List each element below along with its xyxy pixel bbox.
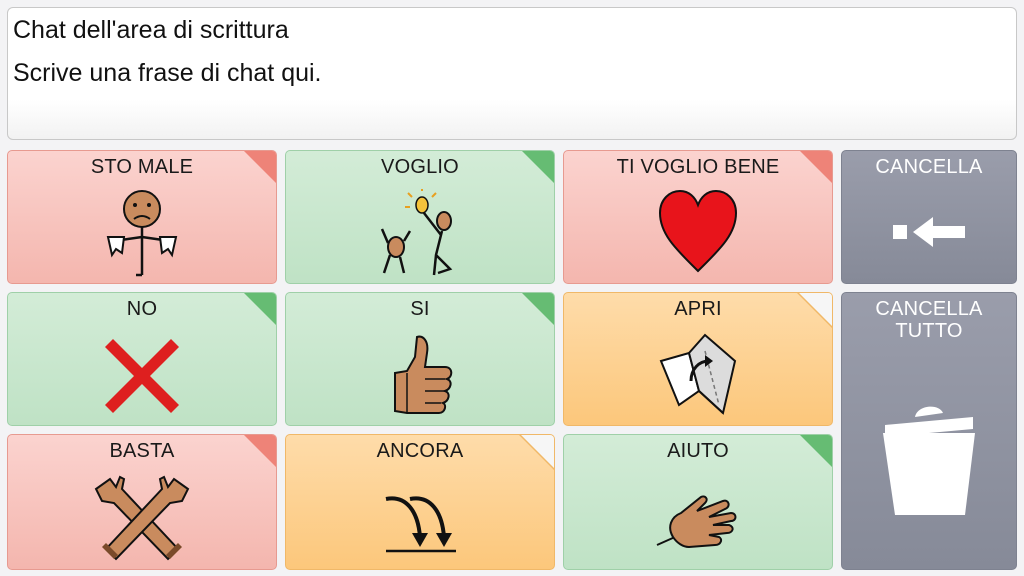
tile-voglio[interactable]: VOGLIO [285,150,555,284]
repeat-arrows-icon [286,491,554,555]
crossed-arms-icon [8,475,276,561]
sick-person-icon [8,189,276,277]
tile-label: CANCELLA [875,156,983,178]
want-idea-icon [286,189,554,279]
chat-title: Chat dell'area di scrittura [13,16,289,44]
trash-icon [842,397,1016,519]
tile-no[interactable]: NO [7,292,277,426]
heart-icon [564,189,832,275]
open-box-icon [564,331,832,417]
tile-cancella[interactable]: CANCELLA [841,150,1017,284]
helping-hand-icon [564,487,832,551]
red-cross-icon [8,333,276,419]
tile-label: ANCORA [376,440,464,462]
tile-label: BASTA [109,440,175,462]
tile-aiuto[interactable]: AIUTO [563,434,833,570]
chat-text: Scrive una frase di chat qui. [13,59,322,87]
tile-label: APRI [674,298,722,320]
tile-ti-voglio-bene[interactable]: TI VOGLIO BENE [563,150,833,284]
tile-label: TI VOGLIO BENE [616,156,780,178]
tile-basta[interactable]: BASTA [7,434,277,570]
tile-label: CANCELLA TUTTO [875,298,983,342]
chat-text-area[interactable]: Chat dell'area di scrittura Scrive una f… [7,7,1017,140]
tile-label: SI [410,298,430,320]
backspace-icon [842,215,1016,251]
tile-label: VOGLIO [381,156,459,178]
tile-cancella-tutto[interactable]: CANCELLA TUTTO [841,292,1017,570]
tile-sto-male[interactable]: STO MALE [7,150,277,284]
thumbs-up-icon [286,333,554,419]
tile-label: AIUTO [667,440,729,462]
tile-apri[interactable]: APRI [563,292,833,426]
tile-si[interactable]: SI [285,292,555,426]
tile-label: NO [126,298,158,320]
tile-label: STO MALE [90,156,194,178]
tile-ancora[interactable]: ANCORA [285,434,555,570]
